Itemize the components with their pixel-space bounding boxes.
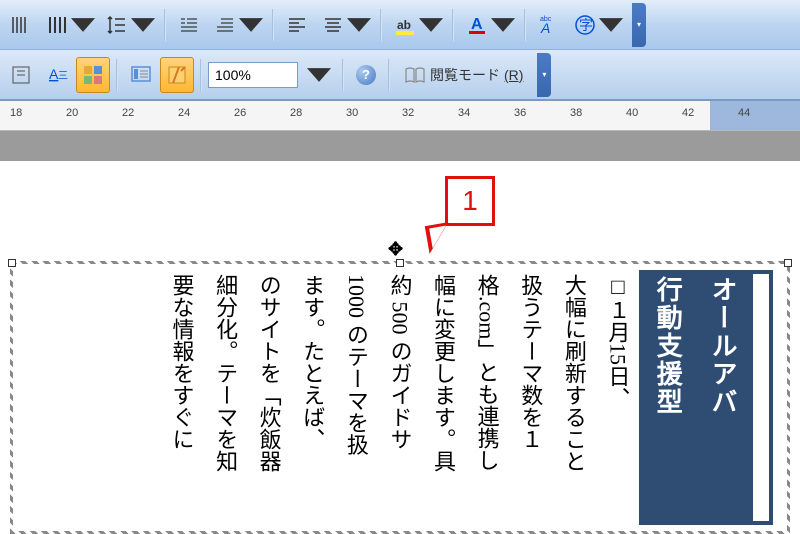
heading-box [749,270,773,525]
chevron-down-icon [347,13,371,37]
ruler-tick: 44 [738,107,750,119]
body-col-9: 細分化。テーマを知 [203,270,247,525]
separator [164,9,166,41]
chevron-down-icon [491,13,515,37]
body-col-6: 1000 のテーマを扱 [334,270,378,525]
ruler-selection [710,101,800,130]
toolbar-overflow-2[interactable] [537,53,551,97]
columns-2-button[interactable] [40,7,98,43]
separator [342,59,344,91]
zoom-input[interactable]: 100% [208,62,298,88]
enclose-char-button[interactable]: 字 [568,7,626,43]
ruler-tick: 28 [290,107,302,119]
body-col-10: 要な情報をすぐに [160,270,204,525]
body-col-3: 格.com」とも連携し [465,270,509,525]
font-color-button[interactable]: A [460,7,518,43]
align-dropdown[interactable] [316,7,374,43]
align-button[interactable] [280,7,314,43]
outline-button[interactable] [4,57,38,93]
ruler-tick: 36 [514,107,526,119]
body-col-7: ます。たとえば、 [291,270,335,525]
move-cursor-icon: ✥ [388,239,403,260]
chevron-down-icon [599,13,623,37]
char-spacing-button[interactable]: A三 [40,57,74,93]
svg-text:ab: ab [397,18,411,32]
page-gap [0,131,800,161]
ruler-tick: 34 [458,107,470,119]
vertical-text-container: オールアバ 行動支援型 □１月15日、 大幅に刷新すること 扱うテーマ数を１ 格… [19,270,781,525]
ruler-tick: 20 [66,107,78,119]
svg-text:三: 三 [58,71,68,82]
ruler-tick: 38 [570,107,582,119]
formatting-toolbar: ab A abcA 字 [0,0,800,50]
ruler-tick: 18 [10,107,22,119]
textbox-frame[interactable]: ✥ オールアバ 行動支援型 □１月15日、 大幅に刷新すること 扱うテーマ数を１… [10,261,790,534]
reading-mode-button[interactable]: 閲覧モード(R) [396,57,531,93]
columns-1-button[interactable] [4,7,38,43]
ruby-button[interactable]: abcA [532,7,566,43]
list-indent-dropdown[interactable] [208,7,266,43]
list-indent-button[interactable] [172,7,206,43]
line-spacing-button[interactable] [100,7,158,43]
zoom-dropdown[interactable] [300,57,336,93]
thumbnails-button[interactable] [76,57,110,93]
separator [388,59,390,91]
ruler-tick: 32 [402,107,414,119]
horizontal-ruler[interactable]: 18 20 22 24 26 28 30 32 34 36 38 40 42 44 [0,101,800,131]
separator [272,9,274,41]
title-column-2: 行動支援型 [639,270,694,525]
svg-text:A: A [471,16,483,33]
highlight-button[interactable]: ab [388,7,446,43]
svg-text:A: A [540,20,550,36]
chevron-down-icon [239,13,263,37]
ruler-tick: 42 [682,107,694,119]
gridlines-button[interactable] [160,57,194,93]
reading-mode-label: 閲覧モード [430,65,500,85]
document-map-button[interactable] [124,57,158,93]
callout-number: 1 [445,176,495,226]
separator [200,59,202,91]
chevron-down-icon [307,63,331,87]
separator [116,59,118,91]
zoom-value: 100% [215,67,251,83]
chevron-down-icon [131,13,155,37]
svg-text:字: 字 [579,17,593,33]
separator [380,9,382,41]
callout-tail [425,222,453,254]
reading-mode-accel: (R) [504,67,523,83]
book-icon [404,66,426,84]
separator [452,9,454,41]
body-col-8: のサイトを「炊飯器 [247,270,291,525]
view-toolbar: A三 100% ? 閲覧モード(R) [0,50,800,100]
title-column-1: オールアバ [694,270,749,525]
chevron-down-icon [71,13,95,37]
ruler-tick: 26 [234,107,246,119]
help-button[interactable]: ? [350,57,382,93]
chevron-down-icon [419,13,443,37]
help-icon: ? [356,65,376,85]
body-col-1: 大幅に刷新すること [552,270,596,525]
resize-handle-tc[interactable] [396,259,404,267]
document-area: 1 ✥ オールアバ 行動支援型 □１月15日、 大幅に刷新すること 扱うテーマ数… [0,161,800,534]
textbox-border: オールアバ 行動支援型 □１月15日、 大幅に刷新すること 扱うテーマ数を１ 格… [10,261,790,534]
ruler-tick: 30 [346,107,358,119]
ruler-tick: 40 [626,107,638,119]
resize-handle-tr[interactable] [784,259,792,267]
callout-annotation: 1 [445,176,495,226]
body-col-2: 扱うテーマ数を１ [509,270,553,525]
body-col-4: 幅に変更します。具 [421,270,465,525]
ruler-tick: 24 [178,107,190,119]
ruler-tick: 22 [122,107,134,119]
body-col-5: 約 500 のガイドサ [378,270,422,525]
resize-handle-tl[interactable] [8,259,16,267]
separator [524,9,526,41]
toolbar-area: ab A abcA 字 A三 [0,0,800,101]
toolbar-overflow-1[interactable] [632,3,646,47]
body-col-0: □１月15日、 [596,270,640,525]
